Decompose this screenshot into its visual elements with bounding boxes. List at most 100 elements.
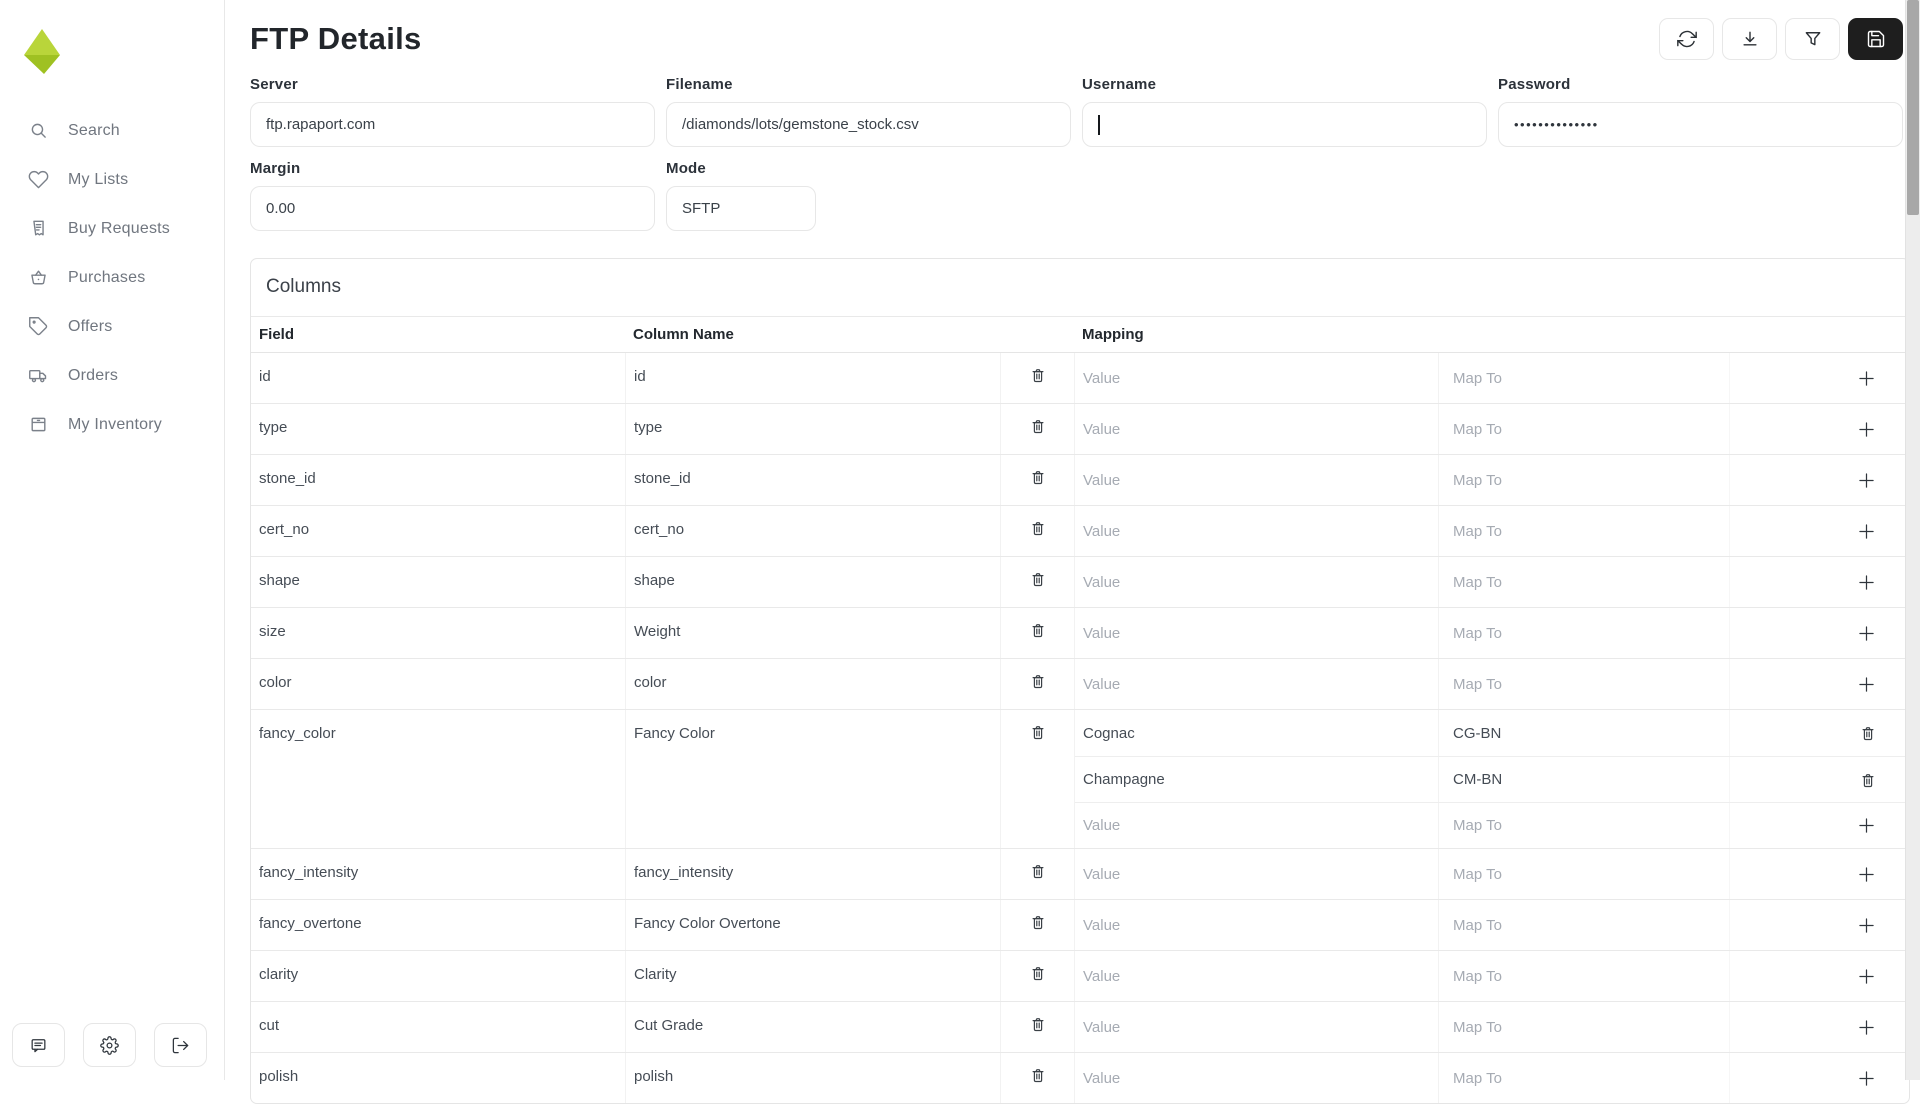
delete-column-button[interactable] [1029, 723, 1047, 741]
sidebar-item-search[interactable]: Search [0, 106, 224, 155]
mapping-value-input[interactable]: Value [1075, 1002, 1438, 1052]
add-mapping-button[interactable] [1856, 674, 1877, 695]
column-name-cell[interactable]: polish [625, 1053, 1000, 1103]
vertical-scrollbar[interactable] [1905, 0, 1920, 1080]
add-mapping-button[interactable] [1856, 419, 1877, 440]
mapping-map-to-input[interactable]: Map To [1438, 900, 1729, 950]
add-mapping-button[interactable] [1856, 915, 1877, 936]
delete-column-button[interactable] [1029, 519, 1047, 537]
mapping-map-to-input[interactable]: Map To [1438, 353, 1729, 403]
delete-column-button[interactable] [1029, 417, 1047, 435]
mapping-value[interactable]: Cognac [1075, 710, 1438, 756]
add-mapping-button[interactable] [1856, 623, 1877, 644]
add-mapping-button[interactable] [1856, 470, 1877, 491]
scrollbar-thumb[interactable] [1907, 0, 1919, 215]
mapping-value-input[interactable]: Value [1075, 404, 1438, 454]
brand-logo[interactable] [22, 28, 62, 76]
mapping-map-to-input[interactable]: Map To [1438, 951, 1729, 1001]
download-button[interactable] [1722, 18, 1777, 60]
column-name-cell[interactable]: stone_id [625, 455, 1000, 505]
sidebar-item-my-lists[interactable]: My Lists [0, 155, 224, 204]
delete-column-button[interactable] [1029, 964, 1047, 982]
column-name-cell[interactable]: fancy_intensity [625, 849, 1000, 899]
mapping-map-to[interactable]: CG-BN [1438, 710, 1729, 756]
add-mapping-button[interactable] [1856, 815, 1877, 836]
sidebar-item-purchases[interactable]: Purchases [0, 253, 224, 302]
column-name-cell[interactable]: Fancy Color Overtone [625, 900, 1000, 950]
delete-column-button[interactable] [1029, 862, 1047, 880]
mapping-value-input[interactable]: Value [1075, 608, 1438, 658]
settings-button[interactable] [83, 1023, 136, 1067]
delete-column-button[interactable] [1029, 1066, 1047, 1084]
delete-column-button[interactable] [1029, 672, 1047, 690]
sidebar-item-orders[interactable]: Orders [0, 351, 224, 400]
delete-column-button[interactable] [1029, 468, 1047, 486]
filter-button[interactable] [1785, 18, 1840, 60]
password-label: Password [1498, 76, 1571, 93]
mapping-value-input[interactable]: Value [1075, 951, 1438, 1001]
mapping-map-to-input[interactable]: Map To [1438, 506, 1729, 556]
logout-button[interactable] [154, 1023, 207, 1067]
column-name-cell[interactable]: Weight [625, 608, 1000, 658]
column-name-cell[interactable]: cert_no [625, 506, 1000, 556]
delete-mapping-button[interactable] [1859, 724, 1877, 742]
delete-mapping-button[interactable] [1859, 771, 1877, 789]
delete-column-button[interactable] [1029, 913, 1047, 931]
box-icon [28, 414, 49, 435]
column-name-cell[interactable]: Fancy Color [625, 710, 1000, 848]
mapping-value[interactable]: Champagne [1075, 757, 1438, 802]
mapping-value-input[interactable]: Value [1075, 455, 1438, 505]
add-mapping-button[interactable] [1856, 966, 1877, 987]
mapping-map-to-input[interactable]: Map To [1438, 803, 1729, 848]
server-input[interactable]: ftp.rapaport.com [250, 102, 655, 147]
mapping-value-input[interactable]: Value [1075, 506, 1438, 556]
add-mapping-button[interactable] [1856, 572, 1877, 593]
column-name-cell[interactable]: Clarity [625, 951, 1000, 1001]
receipt-icon [28, 218, 49, 239]
mapping-value-input[interactable]: Value [1075, 803, 1438, 848]
mapping-map-to-input[interactable]: Map To [1438, 557, 1729, 607]
column-name-cell[interactable]: Cut Grade [625, 1002, 1000, 1052]
mapping-map-to-input[interactable]: Map To [1438, 1002, 1729, 1052]
delete-column-button[interactable] [1029, 570, 1047, 588]
column-name-cell[interactable]: color [625, 659, 1000, 709]
save-button[interactable] [1848, 18, 1903, 60]
add-mapping-button[interactable] [1856, 521, 1877, 542]
mapping-map-to-input[interactable]: Map To [1438, 1053, 1729, 1103]
mapping-value-input[interactable]: Value [1075, 353, 1438, 403]
mapping-map-to-input[interactable]: Map To [1438, 455, 1729, 505]
mapping-value-input[interactable]: Value [1075, 900, 1438, 950]
mapping-row-new: Value Map To [1075, 353, 1909, 403]
password-input[interactable]: •••••••••••••• [1498, 102, 1903, 147]
mapping-value-input[interactable]: Value [1075, 849, 1438, 899]
delete-column-button[interactable] [1029, 1015, 1047, 1033]
filename-input[interactable]: /diamonds/lots/gemstone_stock.csv [666, 102, 1071, 147]
mapping-map-to-input[interactable]: Map To [1438, 608, 1729, 658]
delete-column-button[interactable] [1029, 621, 1047, 639]
mapping-value-input[interactable]: Value [1075, 1053, 1438, 1103]
add-mapping-button[interactable] [1856, 1068, 1877, 1089]
chat-button[interactable] [12, 1023, 65, 1067]
add-mapping-button[interactable] [1856, 864, 1877, 885]
sidebar-item-buy-requests[interactable]: Buy Requests [0, 204, 224, 253]
add-mapping-button[interactable] [1856, 1017, 1877, 1038]
mapping-value-input[interactable]: Value [1075, 557, 1438, 607]
mapping-map-to[interactable]: CM-BN [1438, 757, 1729, 802]
mapping-map-to-input[interactable]: Map To [1438, 849, 1729, 899]
refresh-button[interactable] [1659, 18, 1714, 60]
column-name-cell[interactable]: type [625, 404, 1000, 454]
mapping-value-input[interactable]: Value [1075, 659, 1438, 709]
sidebar-item-label: My Lists [68, 170, 129, 188]
mode-select[interactable]: SFTP [666, 186, 816, 231]
column-name-cell[interactable]: shape [625, 557, 1000, 607]
delete-column-button[interactable] [1029, 366, 1047, 384]
mapping-map-to-input[interactable]: Map To [1438, 659, 1729, 709]
field-cell: polish [259, 1068, 299, 1085]
mapping-map-to-input[interactable]: Map To [1438, 404, 1729, 454]
margin-input[interactable]: 0.00 [250, 186, 655, 231]
sidebar-item-my-inventory[interactable]: My Inventory [0, 400, 224, 449]
username-input[interactable] [1082, 102, 1487, 147]
sidebar-item-offers[interactable]: Offers [0, 302, 224, 351]
add-mapping-button[interactable] [1856, 368, 1877, 389]
column-name-cell[interactable]: id [625, 353, 1000, 403]
